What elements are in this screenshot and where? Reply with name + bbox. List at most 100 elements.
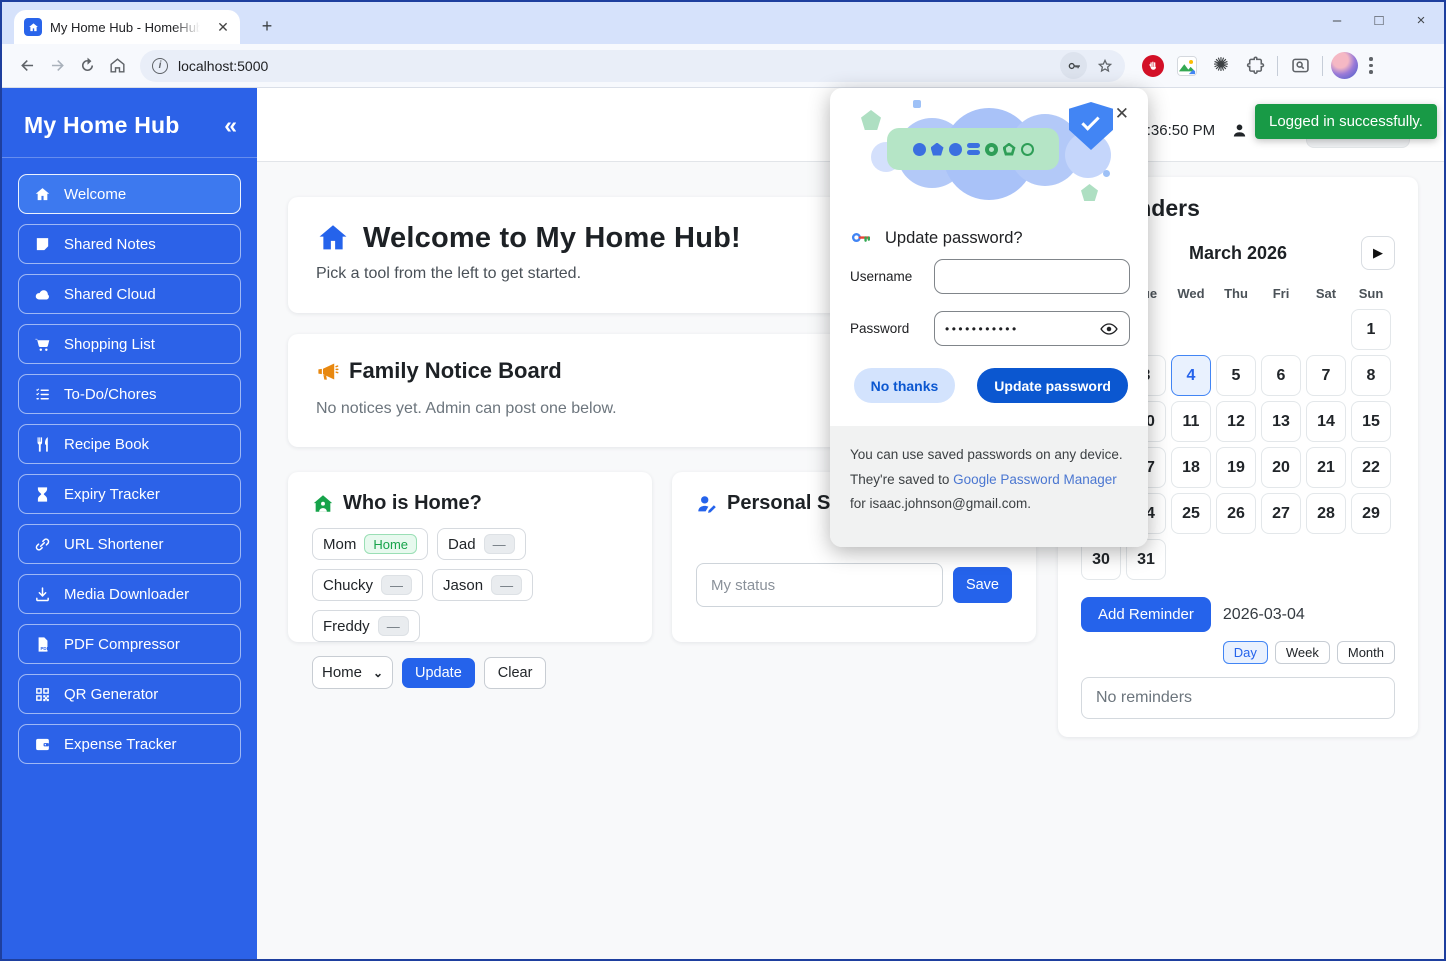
forward-icon[interactable] <box>42 51 72 81</box>
view-toggle-week[interactable]: Week <box>1275 641 1330 664</box>
calendar-day-28[interactable]: 28 <box>1306 493 1346 534</box>
svg-text:PDF: PDF <box>40 645 49 650</box>
calendar-day-29[interactable]: 29 <box>1351 493 1391 534</box>
member-chip-mom[interactable]: MomHome <box>312 528 428 560</box>
update-status-button[interactable]: Update <box>402 658 475 688</box>
calendar-day-12[interactable]: 12 <box>1216 401 1256 442</box>
new-tab-button[interactable]: + <box>254 14 280 40</box>
member-chip-jason[interactable]: Jason— <box>432 569 533 601</box>
adblock-extension-icon[interactable] <box>1139 52 1167 80</box>
calendar-day-27[interactable]: 27 <box>1261 493 1301 534</box>
weekday-label: Fri <box>1261 286 1301 301</box>
browser-menu-icon[interactable] <box>1358 52 1384 80</box>
sidebar-divider <box>2 157 257 158</box>
google-key-icon <box>850 227 872 249</box>
calendar-day-4[interactable]: 4 <box>1171 355 1211 396</box>
app-title: My Home Hub <box>24 112 180 139</box>
calendar-day-15[interactable]: 15 <box>1351 401 1391 442</box>
tab-strip: My Home Hub - HomeHub ✕ + – □ × <box>2 2 1444 44</box>
google-password-manager-link[interactable]: Google Password Manager <box>953 472 1117 487</box>
settings-burst-extension-icon[interactable]: ✺ <box>1207 52 1235 80</box>
sidebar-item-welcome[interactable]: Welcome <box>18 174 241 214</box>
popup-close-icon[interactable]: ✕ <box>1115 104 1129 124</box>
view-toggle-month[interactable]: Month <box>1337 641 1395 664</box>
tab-close-icon[interactable]: ✕ <box>214 18 232 36</box>
sidebar-item-recipe-book[interactable]: Recipe Book <box>18 424 241 464</box>
calendar-day-14[interactable]: 14 <box>1306 401 1346 442</box>
url-text[interactable]: localhost:5000 <box>178 58 1060 74</box>
site-info-icon[interactable]: i <box>152 58 168 74</box>
password-field[interactable]: ••••••••••• <box>934 311 1130 346</box>
next-month-button[interactable]: ▶ <box>1361 236 1395 270</box>
sidebar-nav: Welcome Shared Notes Shared Cloud Shopping … <box>2 174 257 764</box>
update-password-button[interactable]: Update password <box>977 368 1128 403</box>
calendar-day-13[interactable]: 13 <box>1261 401 1301 442</box>
add-reminder-button[interactable]: Add Reminder <box>1081 597 1211 632</box>
photos-extension-icon[interactable] <box>1173 52 1201 80</box>
calendar-day-21[interactable]: 21 <box>1306 447 1346 488</box>
window-close-button[interactable]: × <box>1412 12 1430 29</box>
member-name: Mom <box>323 536 356 553</box>
calendar-day-5[interactable]: 5 <box>1216 355 1256 396</box>
calendar-day-22[interactable]: 22 <box>1351 447 1391 488</box>
calendar-day-18[interactable]: 18 <box>1171 447 1211 488</box>
link-icon <box>33 535 51 553</box>
no-thanks-button[interactable]: No thanks <box>854 368 956 403</box>
calendar-day-20[interactable]: 20 <box>1261 447 1301 488</box>
sidebar-item-media-downloader[interactable]: Media Downloader <box>18 574 241 614</box>
sidebar-item-label: Shared Notes <box>64 236 156 253</box>
password-manager-key-icon[interactable] <box>1060 52 1087 79</box>
sidebar-item-label: Expiry Tracker <box>64 486 160 503</box>
calendar-day-7[interactable]: 7 <box>1306 355 1346 396</box>
calendar-day-19[interactable]: 19 <box>1216 447 1256 488</box>
sidebar-item-expiry-tracker[interactable]: Expiry Tracker <box>18 474 241 514</box>
utensils-icon <box>33 435 51 453</box>
status-input[interactable] <box>696 563 943 607</box>
sidebar-item-shared-notes[interactable]: Shared Notes <box>18 224 241 264</box>
calendar-day-6[interactable]: 6 <box>1261 355 1301 396</box>
login-success-toast: Logged in successfully. <box>1255 104 1437 139</box>
sidebar-item-shared-cloud[interactable]: Shared Cloud <box>18 274 241 314</box>
sidebar-item-to-do-chores[interactable]: To-Do/Chores <box>18 374 241 414</box>
member-status-badge: — <box>378 616 409 636</box>
sidebar-item-expense-tracker[interactable]: Expense Tracker <box>18 724 241 764</box>
browser-tab[interactable]: My Home Hub - HomeHub ✕ <box>14 10 240 44</box>
sidebar-item-qr-generator[interactable]: QR Generator <box>18 674 241 714</box>
calendar-day-8[interactable]: 8 <box>1351 355 1391 396</box>
show-password-eye-icon[interactable] <box>1099 319 1119 339</box>
extensions-puzzle-icon[interactable] <box>1241 52 1269 80</box>
who-is-home-card: Who is Home? MomHomeDad—Chucky—Jason—Fre… <box>288 472 652 642</box>
address-bar[interactable]: i localhost:5000 <box>140 50 1125 82</box>
member-chip-freddy[interactable]: Freddy— <box>312 610 420 642</box>
house-user-icon <box>312 493 334 515</box>
sidebar-item-label: Expense Tracker <box>64 736 177 753</box>
bookmark-star-icon[interactable] <box>1091 52 1119 80</box>
calendar-day-25[interactable]: 25 <box>1171 493 1211 534</box>
username-field[interactable] <box>934 259 1130 294</box>
back-icon[interactable] <box>12 51 42 81</box>
side-panel-search-icon[interactable] <box>1286 52 1314 80</box>
reload-icon[interactable] <box>72 51 102 81</box>
view-toggle-day[interactable]: Day <box>1223 641 1268 664</box>
member-chip-chucky[interactable]: Chucky— <box>312 569 423 601</box>
member-status-badge: — <box>484 534 515 554</box>
home-status-select[interactable]: Home ⌄ <box>312 656 393 689</box>
popup-footer-note: You can use saved passwords on any devic… <box>830 426 1148 547</box>
clear-status-button[interactable]: Clear <box>484 657 547 689</box>
save-status-button[interactable]: Save <box>953 567 1012 603</box>
sidebar-item-url-shortener[interactable]: URL Shortener <box>18 524 241 564</box>
sidebar-item-shopping-list[interactable]: Shopping List <box>18 324 241 364</box>
calendar-day-1[interactable]: 1 <box>1351 309 1391 350</box>
toolbar-separator <box>1322 56 1323 76</box>
member-chip-dad[interactable]: Dad— <box>437 528 526 560</box>
profile-avatar[interactable] <box>1331 52 1358 79</box>
calendar-day-26[interactable]: 26 <box>1216 493 1256 534</box>
home-toolbar-icon[interactable] <box>102 51 132 81</box>
wallet-icon <box>33 735 51 753</box>
calendar-day-11[interactable]: 11 <box>1171 401 1211 442</box>
sidebar-collapse-icon[interactable]: « <box>224 114 237 137</box>
sidebar-item-label: To-Do/Chores <box>64 386 157 403</box>
sidebar-item-pdf-compressor[interactable]: PDFPDF Compressor <box>18 624 241 664</box>
window-maximize-button[interactable]: □ <box>1370 12 1388 29</box>
window-minimize-button[interactable]: – <box>1328 12 1346 29</box>
